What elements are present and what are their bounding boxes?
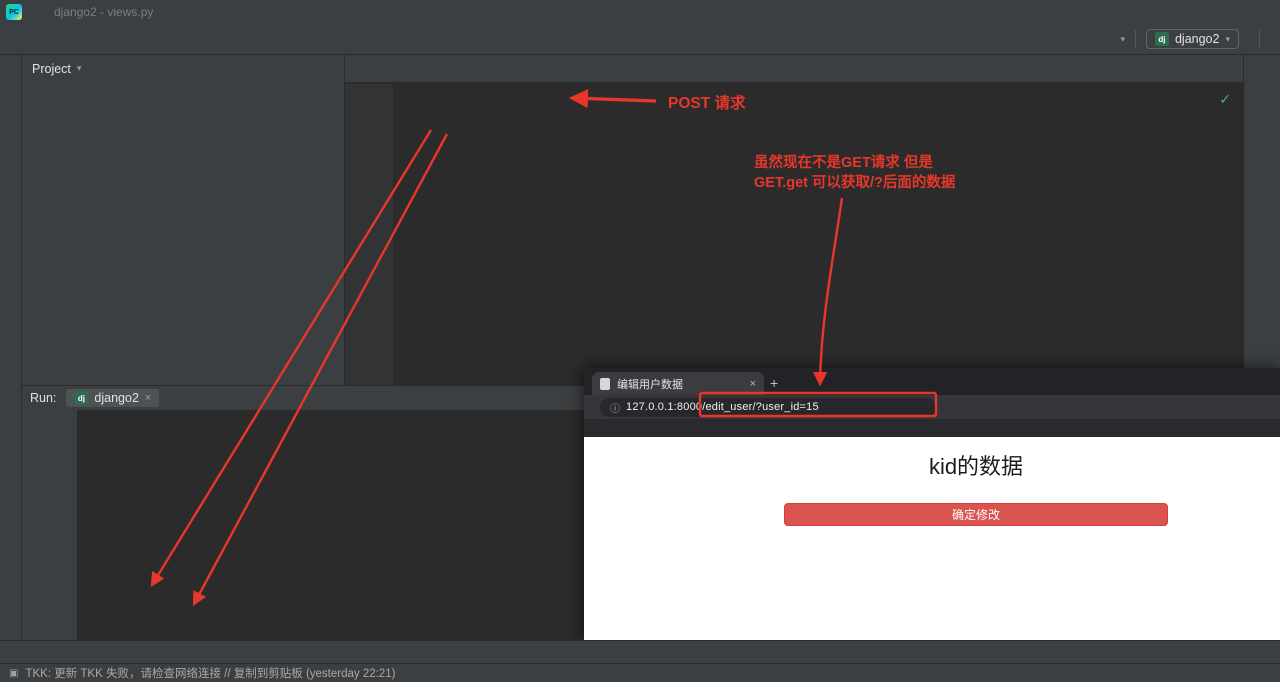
browser-tab[interactable]: 编辑用户数据 × xyxy=(592,372,764,395)
editor-area: ✓ xyxy=(345,55,1243,385)
run-tool-window: Run: dj django2 × xyxy=(22,385,584,640)
close-icon[interactable]: × xyxy=(750,378,756,390)
run-console[interactable] xyxy=(78,410,584,640)
collaborators-caret-icon[interactable]: ▾ xyxy=(1120,34,1125,45)
submit-button[interactable]: 确定修改 xyxy=(784,503,1168,526)
run-tab-django2[interactable]: dj django2 × xyxy=(66,389,160,407)
window-title: django2 - views.py xyxy=(54,5,154,19)
web-page: kid的数据 确定修改 xyxy=(584,437,1280,640)
project-panel-title[interactable]: Project xyxy=(32,62,71,76)
close-icon[interactable]: × xyxy=(145,392,151,404)
run-tab-label: django2 xyxy=(94,391,139,405)
toolbar-divider xyxy=(1134,30,1136,48)
address-bar[interactable]: ⓘ 127.0.0.1:8000/edit_user/?user_id=15 xyxy=(600,397,936,417)
status-icon: ▣ xyxy=(9,667,19,679)
tool-window-bar xyxy=(0,640,1280,663)
django-icon: dj xyxy=(1154,32,1169,46)
site-info-icon[interactable]: ⓘ xyxy=(610,400,620,415)
status-message: TKK: 更新 TKK 失败，请检查网络连接 // 复制到剪贴板 (yester… xyxy=(25,668,396,680)
project-tool-window: Project ▾ xyxy=(22,55,345,385)
page-heading: kid的数据 xyxy=(928,454,1024,479)
run-panel-body xyxy=(22,410,584,640)
run-panel-header: Run: dj django2 × xyxy=(22,386,584,410)
url-text: 127.0.0.1:8000/edit_user/?user_id=15 xyxy=(626,401,819,413)
bookmarks-bar xyxy=(584,419,1280,437)
browser-window: 编辑用户数据 × + ⓘ 127.0.0.1:8000/edit_user/?u… xyxy=(584,368,1280,640)
run-config-caret-icon: ▾ xyxy=(1225,33,1230,44)
project-panel-header: Project ▾ xyxy=(22,55,344,82)
navigation-toolbar: ▾ dj django2 ▾ xyxy=(0,24,1280,55)
django-icon: dj xyxy=(74,391,89,405)
title-bar: PC django2 - views.py xyxy=(0,0,1280,24)
status-bar: ▣ TKK: 更新 TKK 失败，请检查网络连接 // 复制到剪贴板 (yest… xyxy=(0,663,1280,682)
run-config-name: django2 xyxy=(1174,32,1220,46)
code-editor[interactable]: ✓ xyxy=(345,84,1243,385)
run-panel-label: Run: xyxy=(30,391,57,405)
code-lines xyxy=(345,84,1243,87)
console-toolbar xyxy=(22,410,78,640)
left-tool-stripe xyxy=(0,55,22,640)
editor-tab-bar xyxy=(345,55,1243,83)
page-favicon xyxy=(600,377,610,390)
inspection-status-icon[interactable]: ✓ xyxy=(1219,91,1231,108)
browser-tab-bar: 编辑用户数据 × + xyxy=(584,368,1280,395)
pycharm-window: PC django2 - views.py ▾ dj django2 ▾ Pro… xyxy=(0,0,1280,682)
new-tab-button[interactable]: + xyxy=(770,375,778,391)
run-config-selector[interactable]: dj django2 ▾ xyxy=(1145,29,1239,49)
pycharm-logo-icon: PC xyxy=(6,4,22,20)
browser-tab-title: 编辑用户数据 xyxy=(617,378,683,391)
toolbar-actions: ▾ dj django2 ▾ xyxy=(1110,29,1270,49)
toolbar-divider xyxy=(1259,30,1260,48)
page-content: kid的数据 确定修改 xyxy=(784,445,1168,526)
project-view-caret-icon[interactable]: ▾ xyxy=(77,63,82,74)
browser-toolbar: ⓘ 127.0.0.1:8000/edit_user/?user_id=15 xyxy=(584,395,1280,419)
